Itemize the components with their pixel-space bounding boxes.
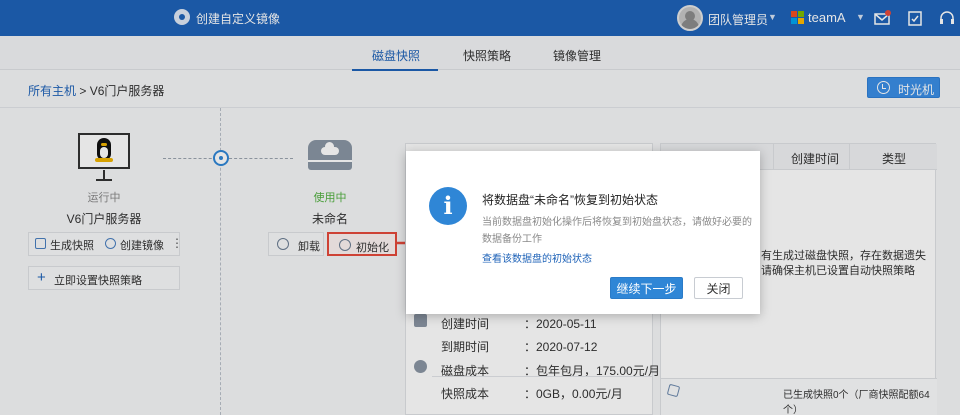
dialog-title: 将数据盘“未命名”恢复到初始状态 <box>482 193 658 207</box>
info-icon: i <box>429 187 467 225</box>
confirm-dialog: i 将数据盘“未命名”恢复到初始状态 当前数据盘初始化操作后将恢复到初始盘状态，… <box>406 151 760 314</box>
continue-button[interactable]: 继续下一步 <box>610 277 683 299</box>
close-button[interactable]: 关闭 <box>694 277 743 299</box>
dialog-description: 当前数据盘初始化操作后将恢复到初始盘状态，请做好必要的数据备份工作 <box>482 217 752 245</box>
view-initial-state-link[interactable]: 查看该数据盘的初始状态 <box>482 250 592 265</box>
